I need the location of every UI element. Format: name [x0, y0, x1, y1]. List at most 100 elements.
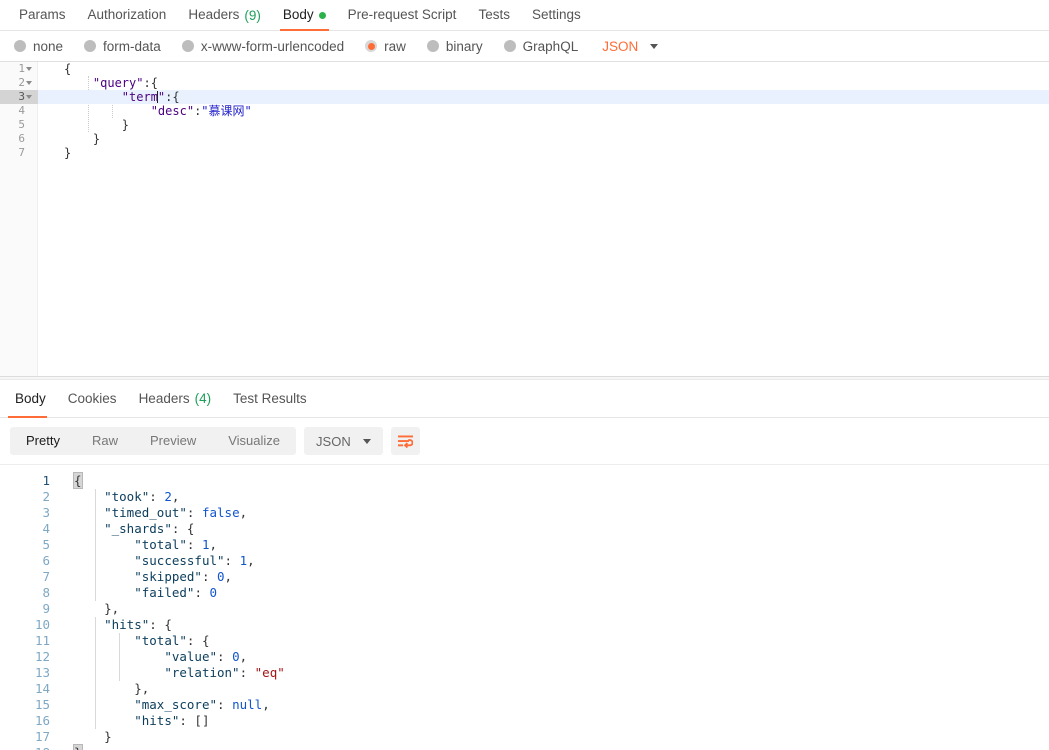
response-code-line[interactable]: 4 "_shards": { — [0, 521, 1049, 537]
code-text: "successful": 1, — [134, 553, 255, 568]
radio-icon — [84, 40, 97, 52]
body-type-x-www-form-urlencoded[interactable]: x-www-form-urlencoded — [181, 39, 344, 54]
radio-icon — [365, 40, 378, 52]
response-tab-label: Body — [15, 391, 46, 406]
response-tab-label: Cookies — [67, 391, 117, 406]
request-code-line[interactable]: 5 } — [0, 118, 1049, 132]
response-code-line[interactable]: 18} — [0, 744, 1049, 750]
response-view-visualize[interactable]: Visualize — [212, 427, 296, 455]
body-type-graphql[interactable]: GraphQL — [503, 38, 579, 54]
code-text: "query":{ — [92, 76, 158, 90]
request-tab-settings[interactable]: Settings — [521, 0, 592, 30]
line-number: 6 — [42, 553, 50, 568]
response-code-line[interactable]: 12 "value": 0, — [0, 649, 1049, 665]
code-text: "skipped": 0, — [134, 569, 233, 584]
body-type-label: GraphQL — [522, 38, 579, 54]
response-code-line[interactable]: 6 "successful": 1, — [0, 553, 1049, 569]
request-tab-label: Tests — [478, 7, 510, 23]
body-type-raw[interactable]: raw — [365, 39, 406, 54]
line-number: 12 — [34, 649, 50, 664]
body-type-none[interactable]: none — [14, 39, 63, 54]
line-number: 1 — [42, 473, 50, 488]
response-view-preview[interactable]: Preview — [134, 427, 212, 455]
code-text: } — [74, 729, 112, 744]
line-number: 10 — [34, 617, 50, 632]
radio-icon — [181, 40, 194, 52]
raw-format-dropdown[interactable]: JSON — [602, 38, 659, 54]
response-language-dropdown[interactable]: JSON — [304, 427, 383, 455]
response-body-viewer[interactable]: 1{2 "took": 2, 3 "timed_out": false, 4 "_s… — [0, 464, 1049, 750]
line-number: 5 — [42, 537, 50, 552]
response-code-line[interactable]: 14 }, — [0, 681, 1049, 697]
response-code-line[interactable]: 17 } — [0, 729, 1049, 745]
line-number: 13 — [34, 665, 50, 680]
response-view-toolbar: Pretty Raw Preview Visualize JSON — [0, 418, 1049, 464]
response-tab-headers[interactable]: Headers (4) — [128, 380, 223, 417]
wrap-text-button[interactable] — [390, 427, 420, 455]
code-fold-icon[interactable] — [26, 67, 32, 71]
code-text: "total": { — [134, 633, 210, 648]
line-number: 9 — [42, 601, 50, 616]
body-present-indicator-icon — [318, 11, 326, 19]
request-code-line[interactable]: 7} — [0, 146, 1049, 160]
request-tab-body[interactable]: Body — [272, 0, 337, 31]
response-code-line[interactable]: 15 "max_score": null, — [0, 697, 1049, 713]
response-code-line[interactable]: 2 "took": 2, — [0, 489, 1049, 505]
request-tab-authorization[interactable]: Authorization — [77, 0, 178, 30]
code-text: "hits": { — [104, 617, 172, 632]
response-tab-body[interactable]: Body — [4, 380, 57, 418]
response-code-lines: 1{2 "took": 2, 3 "timed_out": false, 4 "_s… — [0, 472, 1049, 750]
request-code-line[interactable]: 1{ — [0, 62, 1049, 76]
request-tab-label: Authorization — [87, 7, 167, 23]
code-text: "took": 2, — [104, 489, 180, 504]
response-code-line[interactable]: 10 "hits": { — [0, 617, 1049, 633]
request-code-line[interactable]: 3 "term":{ — [0, 90, 1049, 104]
response-tab-label: Headers — [138, 391, 190, 406]
code-text: "relation": "eq" — [164, 665, 285, 680]
response-view-raw[interactable]: Raw — [76, 427, 134, 455]
code-text: }, — [74, 601, 120, 616]
code-text: "timed_out": false, — [104, 505, 248, 520]
request-tab-params[interactable]: Params — [8, 0, 77, 30]
response-code-line[interactable]: 3 "timed_out": false, — [0, 505, 1049, 521]
line-number: 6 — [18, 132, 25, 145]
raw-format-label: JSON — [602, 38, 639, 54]
response-code-line[interactable]: 7 "skipped": 0, — [0, 569, 1049, 585]
body-type-label: none — [33, 38, 64, 54]
response-tab-count: (4) — [194, 391, 212, 406]
response-view-pretty[interactable]: Pretty — [10, 427, 76, 455]
response-code-line[interactable]: 8 "failed": 0 — [0, 585, 1049, 601]
response-view-mode-group: Pretty Raw Preview Visualize — [10, 427, 297, 455]
body-type-form-data[interactable]: form-data — [84, 39, 161, 54]
code-text: } — [0, 744, 1049, 750]
request-body-editor[interactable]: 1{2 "query":{3 "term":{4 "desc":"慕课网" 5 }… — [0, 61, 1049, 376]
request-tab-tests[interactable]: Tests — [467, 0, 521, 30]
request-tab-label: Pre-request Script — [347, 7, 457, 23]
request-code-line[interactable]: 4 "desc":"慕课网" — [0, 104, 1049, 118]
chevron-down-icon — [362, 438, 371, 444]
response-code-line[interactable]: 11 "total": { — [0, 633, 1049, 649]
request-code-line[interactable]: 6 } — [0, 132, 1049, 146]
line-number: 15 — [34, 697, 50, 712]
request-pane: Params Authorization Headers (9) Body Pre-req… — [0, 0, 1049, 376]
radio-icon — [426, 40, 439, 52]
request-tab-label: Params — [19, 7, 66, 23]
response-code-line[interactable]: 9 }, — [0, 601, 1049, 617]
response-code-line[interactable]: 13 "relation": "eq" — [0, 665, 1049, 681]
line-number: 2 — [18, 76, 25, 89]
code-fold-icon[interactable] — [26, 95, 32, 99]
response-tab-bar: Body Cookies Headers (4) Test Results — [0, 380, 1049, 418]
response-code-line[interactable]: 5 "total": 1, — [0, 537, 1049, 553]
response-code-line[interactable]: 1{ — [0, 472, 1049, 489]
response-code-line[interactable]: 16 "hits": [] — [0, 713, 1049, 729]
response-tab-test-results[interactable]: Test Results — [222, 380, 318, 417]
response-tab-cookies[interactable]: Cookies — [57, 380, 128, 417]
request-tab-headers[interactable]: Headers (9) — [177, 0, 272, 30]
body-type-binary[interactable]: binary — [426, 39, 483, 54]
code-fold-icon[interactable] — [26, 81, 32, 85]
request-code-line[interactable]: 2 "query":{ — [0, 76, 1049, 90]
code-text: "_shards": { — [104, 521, 195, 536]
request-tab-count: (9) — [244, 7, 261, 23]
request-tab-pre-request-script[interactable]: Pre-request Script — [337, 0, 468, 30]
line-number: 7 — [18, 146, 25, 159]
